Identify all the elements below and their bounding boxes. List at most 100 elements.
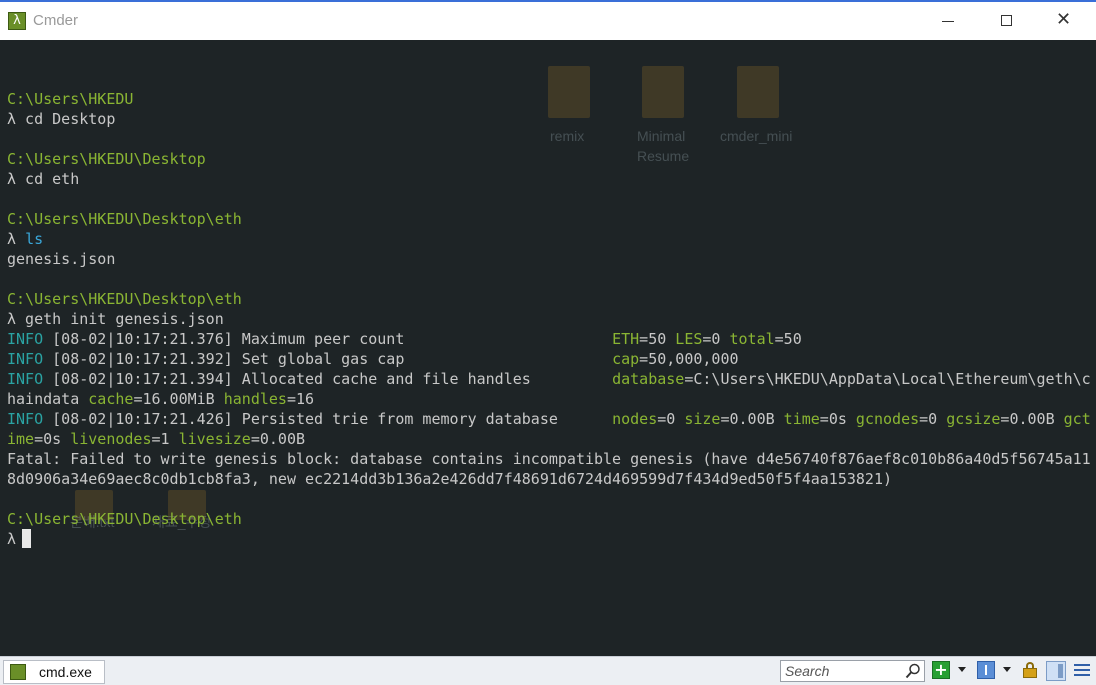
terminal-text: C:\Users\HKEDU\Desktop\eth (7, 510, 242, 528)
terminal-text: =C:\Users\HKEDU\AppData\Local\Ethereum\g… (684, 370, 1091, 388)
terminal-text: livesize (178, 430, 251, 448)
status-bar: cmd.exe Search + (0, 656, 1096, 685)
terminal-text: =0.00B (720, 410, 784, 428)
terminal-text: database (612, 370, 685, 388)
menu-icon (1074, 664, 1090, 666)
terminal-text: =50 (639, 330, 676, 348)
terminal-line: C:\Users\HKEDU\Desktop\eth (7, 209, 1091, 229)
search-icon[interactable] (905, 663, 921, 679)
terminal-line: genesis.json (7, 249, 1091, 269)
terminal-text: C:\Users\HKEDU\Desktop\eth (7, 290, 242, 308)
terminal-text: 8d0906a34e69aec8c0db1cb8fa3, new ec2214d… (7, 470, 893, 488)
terminal-text: total (729, 330, 775, 348)
search-input[interactable]: Search (780, 660, 925, 682)
terminal-text: [08-02|10:17:21.426] Persisted trie from… (43, 410, 613, 428)
terminal-text: INFO (7, 330, 44, 348)
terminal-text: [08-02|10:17:21.394] Allocated cache and… (43, 370, 613, 388)
terminal-text: =0 (919, 410, 947, 428)
terminal-line: λ ls (7, 229, 1091, 249)
prompt-line[interactable]: λ (7, 529, 1091, 549)
terminal-line: λ cd eth (7, 169, 1091, 189)
terminal-line: ime=0s livenodes=1 livesize=0.00B (7, 429, 1091, 449)
terminal-text: =0s (34, 430, 71, 448)
tab-label: cmd.exe (39, 664, 92, 680)
new-console-button[interactable]: + (932, 661, 950, 679)
terminal-text: INFO (7, 370, 44, 388)
terminal-text: cache (88, 390, 134, 408)
search-placeholder: Search (785, 663, 830, 679)
split-view-button[interactable] (1046, 661, 1066, 681)
terminal-text: C:\Users\HKEDU\Desktop (7, 150, 206, 168)
terminal-text: haindata (7, 390, 89, 408)
split-pane-icon (1058, 664, 1063, 678)
terminal-text: =50,000,000 (639, 350, 739, 368)
terminal-output: C:\Users\HKEDU λ cd Desktop C:\Users\HKEDU… (7, 69, 1091, 549)
terminal-text: INFO (7, 350, 44, 368)
terminal-text: λ cd Desktop (7, 110, 116, 128)
terminal-text: λ (7, 230, 26, 248)
minimize-button[interactable] (920, 2, 978, 40)
terminal-text: gct (1063, 410, 1091, 428)
terminal-text: C:\Users\HKEDU (7, 90, 134, 108)
terminal-line: λ geth init genesis.json (7, 309, 1091, 329)
minimize-icon (942, 21, 954, 22)
terminal-text: handles (223, 390, 287, 408)
terminal-console[interactable]: remix Minimal Resume cmder_mini 분배.txt 재… (0, 40, 1096, 656)
console-views-button[interactable] (977, 661, 995, 679)
terminal-line: Fatal: Failed to write genesis block: da… (7, 449, 1091, 469)
terminal-line: haindata cache=16.00MiB handles=16 (7, 389, 1091, 409)
close-icon: ✕ (1056, 9, 1072, 30)
terminal-text: Fatal: Failed to write genesis block: da… (7, 450, 1091, 468)
terminal-text: λ geth init genesis.json (7, 310, 224, 328)
terminal-text: gcsize (946, 410, 1001, 428)
prompt-symbol: λ (7, 530, 17, 548)
terminal-text: =0.00B (250, 430, 306, 448)
terminal-line: λ cd Desktop (7, 109, 1091, 129)
maximize-button[interactable] (978, 2, 1036, 40)
terminal-line: 8d0906a34e69aec8c0db1cb8fa3, new ec2214d… (7, 469, 1091, 489)
terminal-text: ime (7, 430, 35, 448)
terminal-text: size (684, 410, 721, 428)
window-title: Cmder (33, 12, 79, 29)
terminal-text: gcnodes (855, 410, 920, 428)
terminal-text: =16 (286, 390, 315, 408)
new-console-dropdown-icon[interactable] (958, 667, 966, 672)
views-icon (985, 665, 987, 675)
terminal-text: [08-02|10:17:21.392] Set global gas cap (43, 350, 613, 368)
terminal-text: =0 (657, 410, 685, 428)
terminal-text: [08-02|10:17:21.376] Maximum peer count (43, 330, 613, 348)
terminal-text: time (783, 410, 820, 428)
terminal-text: genesis.json (7, 250, 116, 268)
terminal-text: C:\Users\HKEDU\Desktop\eth (7, 210, 242, 228)
terminal-text: =0.00B (1000, 410, 1064, 428)
close-button[interactable]: ✕ (1036, 2, 1094, 40)
views-dropdown-icon[interactable] (1003, 667, 1011, 672)
terminal-text: cap (612, 350, 640, 368)
maximize-icon (1001, 15, 1012, 26)
terminal-text: nodes (612, 410, 658, 428)
terminal-text: INFO (7, 410, 44, 428)
menu-button[interactable] (1073, 661, 1091, 679)
lock-icon (1023, 668, 1037, 678)
terminal-text: LES (675, 330, 703, 348)
menu-icon-line (1074, 669, 1090, 671)
lock-button[interactable] (1021, 661, 1039, 679)
tab-cmd-exe[interactable]: cmd.exe (3, 660, 105, 684)
cmder-lambda-icon[interactable]: λ (8, 12, 26, 30)
terminal-text: =0 (702, 330, 730, 348)
menu-icon-line (1074, 674, 1090, 676)
terminal-line: INFO [08-02|10:17:21.426] Persisted trie… (7, 409, 1091, 429)
terminal-line: C:\Users\HKEDU\Desktop\eth (7, 289, 1091, 309)
cmder-tab-icon (10, 664, 26, 680)
terminal-text: =0s (819, 410, 856, 428)
terminal-text: =50 (774, 330, 802, 348)
terminal-text: ETH (612, 330, 640, 348)
terminal-line: C:\Users\HKEDU (7, 89, 1091, 109)
terminal-line: C:\Users\HKEDU\Desktop\eth (7, 509, 1091, 529)
terminal-text: =1 (151, 430, 179, 448)
terminal-line: INFO [08-02|10:17:21.394] Allocated cach… (7, 369, 1091, 389)
